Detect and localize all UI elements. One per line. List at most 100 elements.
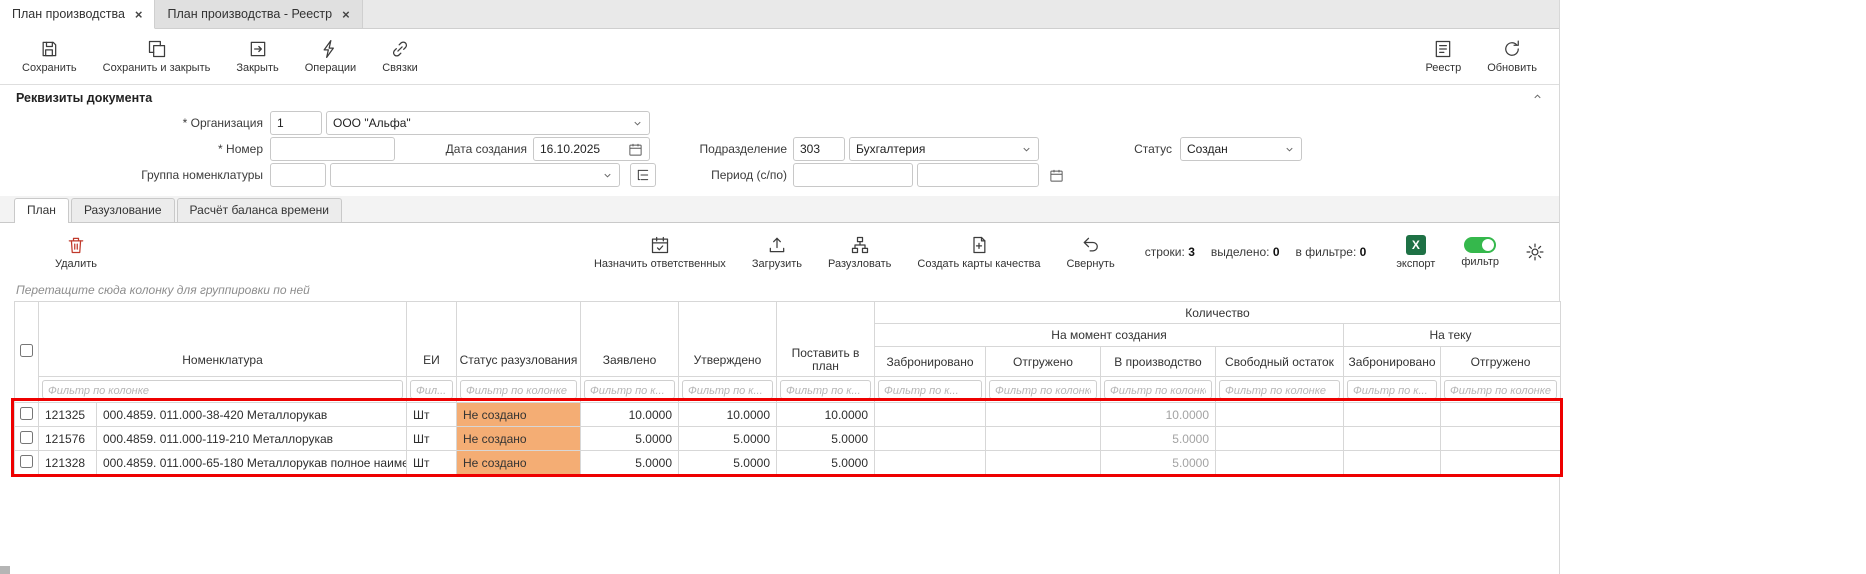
tab-explosion-label: Разузлование: [84, 203, 162, 217]
organization-select[interactable]: ООО "Альфа": [326, 111, 650, 135]
tab-explosion[interactable]: Разузлование: [71, 198, 175, 222]
close-tab-icon[interactable]: ×: [135, 7, 143, 22]
filter-input-reserved-created[interactable]: [878, 380, 982, 399]
cell-in-production: 5.0000: [1101, 451, 1216, 475]
column-header-reserved-created[interactable]: Забронировано: [875, 347, 986, 377]
grid-settings-button[interactable]: [1525, 242, 1545, 262]
filter-toggle-label: фильтр: [1461, 256, 1499, 268]
collapse-section-button[interactable]: [1532, 91, 1543, 105]
load-button[interactable]: Загрузить: [752, 235, 802, 270]
column-header-in-production[interactable]: В производство: [1101, 347, 1216, 377]
nomenclature-group-label: Группа номенклатуры: [40, 163, 263, 187]
export-button[interactable]: X экспорт: [1396, 235, 1435, 270]
status-select[interactable]: Создан: [1180, 137, 1302, 161]
tab-time-balance[interactable]: Расчёт баланса времени: [177, 198, 342, 222]
period-calendar-button[interactable]: [1045, 163, 1067, 187]
column-header-unit[interactable]: ЕИ: [407, 302, 457, 377]
delete-button[interactable]: Удалить: [55, 235, 97, 270]
column-header-to-plan[interactable]: Поставить в план: [777, 302, 875, 377]
filter-cell: [1344, 377, 1441, 403]
hierarchy-button[interactable]: [630, 163, 656, 187]
create-quality-cards-label: Создать карты качества: [917, 258, 1040, 270]
registry-icon: [1433, 39, 1453, 59]
plan-table-wrapper: Номенклатура ЕИ Статус разузлования Заяв…: [14, 301, 1560, 475]
filter-input-nomenclature[interactable]: [42, 380, 403, 399]
column-header-reserved-current[interactable]: Забронировано: [1344, 347, 1441, 377]
column-header-shipped-current[interactable]: Отгружено: [1441, 347, 1561, 377]
filter-input-requested[interactable]: [584, 380, 675, 399]
row-checkbox[interactable]: [20, 431, 33, 444]
filter-input-explosion-status[interactable]: [460, 380, 577, 399]
filter-input-unit[interactable]: [410, 380, 453, 399]
filter-input-shipped-current[interactable]: [1444, 380, 1557, 399]
cell-to-plan: 5.0000: [777, 451, 875, 475]
period-from-field[interactable]: [793, 163, 913, 187]
refresh-button[interactable]: Обновить: [1477, 36, 1547, 77]
cell-id: 121325: [39, 403, 97, 427]
table-row[interactable]: 121576 000.4859. 011.000-119-210 Металло…: [15, 427, 1561, 451]
cell-explosion-status: Не создано: [457, 427, 581, 451]
close-tab-icon[interactable]: ×: [342, 7, 350, 22]
save-button[interactable]: Сохранить: [12, 36, 87, 77]
filtered-counter: в фильтре: 0: [1296, 245, 1367, 259]
organization-code-field[interactable]: 1: [270, 111, 322, 135]
column-header-approved[interactable]: Утверждено: [679, 302, 777, 377]
window-tab-registry[interactable]: План производства - Реестр ×: [155, 0, 362, 28]
toggle-on-icon[interactable]: [1464, 237, 1496, 253]
row-checkbox[interactable]: [20, 455, 33, 468]
cell-to-plan: 5.0000: [777, 427, 875, 451]
column-header-shipped-created[interactable]: Отгружено: [986, 347, 1101, 377]
row-checkbox[interactable]: [20, 407, 33, 420]
department-select[interactable]: Бухгалтерия: [849, 137, 1039, 161]
tab-plan[interactable]: План: [14, 198, 69, 223]
column-header-requested[interactable]: Заявлено: [581, 302, 679, 377]
nomenclature-group-select[interactable]: [330, 163, 620, 187]
horizontal-scrollbar-thumb[interactable]: [0, 566, 10, 574]
explode-button[interactable]: Разузловать: [828, 235, 891, 270]
org-tree-icon: [850, 235, 870, 255]
window-tab-plan[interactable]: План производства ×: [0, 0, 155, 29]
excel-icon: X: [1406, 235, 1426, 255]
nomenclature-group-code-field[interactable]: [270, 163, 326, 187]
number-field[interactable]: [270, 137, 395, 161]
links-button[interactable]: Связки: [372, 36, 428, 77]
group-header-quantity: Количество: [875, 302, 1561, 324]
operations-button[interactable]: Операции: [295, 36, 366, 77]
filter-input-to-plan[interactable]: [780, 380, 871, 399]
filter-toggle-button[interactable]: фильтр: [1461, 237, 1499, 268]
close-button[interactable]: Закрыть: [226, 36, 288, 77]
column-header-nomenclature[interactable]: Номенклатура: [39, 302, 407, 377]
created-date-field[interactable]: 16.10.2025: [533, 137, 650, 161]
status-label: Статус: [1090, 137, 1172, 161]
column-header-explosion-status[interactable]: Статус разузлования: [457, 302, 581, 377]
filter-input-in-production[interactable]: [1104, 380, 1212, 399]
gear-icon: [1525, 242, 1545, 262]
created-date-label: Дата создания: [410, 137, 527, 161]
column-header-free-balance[interactable]: Свободный остаток: [1216, 347, 1344, 377]
upload-icon: [767, 235, 787, 255]
calendar-icon[interactable]: [628, 142, 643, 157]
cell-unit: Шт: [407, 427, 457, 451]
period-label: Период (с/по): [674, 163, 787, 187]
cell-reserved-current: [1344, 451, 1441, 475]
filter-input-approved[interactable]: [682, 380, 773, 399]
close-label: Закрыть: [236, 62, 278, 74]
collapse-rows-button[interactable]: Свернуть: [1066, 235, 1114, 270]
save-and-close-button[interactable]: Сохранить и закрыть: [93, 36, 221, 77]
period-to-field[interactable]: [917, 163, 1039, 187]
assign-responsible-button[interactable]: Назначить ответственных: [594, 235, 726, 270]
cell-nomenclature: 000.4859. 011.000-119-210 Металлорукав: [97, 427, 407, 451]
department-code-field[interactable]: 303: [793, 137, 845, 161]
filter-input-shipped-created[interactable]: [989, 380, 1097, 399]
cell-shipped-created: [986, 403, 1101, 427]
filter-cell: [986, 377, 1101, 403]
table-row[interactable]: 121328 000.4859. 011.000-65-180 Металлор…: [15, 451, 1561, 475]
create-quality-cards-button[interactable]: Создать карты качества: [917, 235, 1040, 270]
filter-input-free-balance[interactable]: [1219, 380, 1340, 399]
filter-cell: [679, 377, 777, 403]
filter-input-reserved-current[interactable]: [1347, 380, 1437, 399]
row-check-cell: [15, 451, 39, 475]
registry-button[interactable]: Реестр: [1415, 36, 1471, 77]
table-row[interactable]: 121325 000.4859. 011.000-38-420 Металлор…: [15, 403, 1561, 427]
select-all-checkbox[interactable]: [20, 344, 33, 357]
